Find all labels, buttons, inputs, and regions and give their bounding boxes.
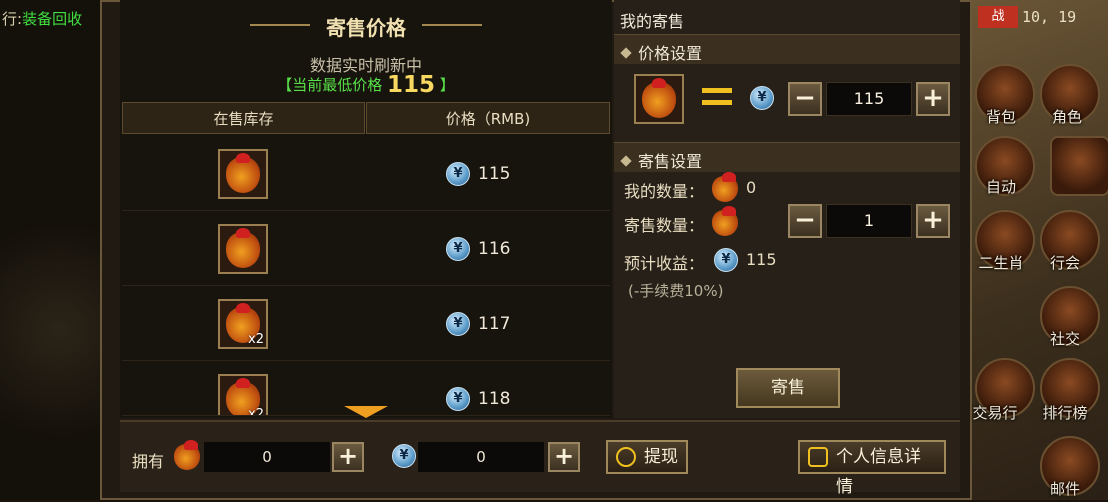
yuan-coin-icon: ¥ — [446, 387, 470, 411]
title-ornament-right — [422, 24, 482, 26]
sell-button[interactable]: 寄售 — [736, 368, 840, 408]
side-guild-label: 行会 — [1049, 254, 1080, 272]
side-auto-label: 自动 — [985, 178, 1016, 196]
qty-input[interactable]: 1 — [826, 204, 912, 238]
sale-qty-label: 寄售数量： — [624, 216, 705, 235]
row-price: 117 — [478, 314, 511, 334]
lowest-price: 【当前最低价格 115 】 — [120, 72, 612, 98]
item-qty: x2 — [248, 407, 264, 416]
price-section-title: 价格设置 — [620, 40, 703, 64]
header-stock: 在售库存 — [122, 102, 365, 134]
side-zodiac-label: 二生肖 — [978, 254, 1024, 272]
game-world-left — [0, 0, 110, 500]
lucky-bag-icon — [634, 74, 684, 124]
equals-icon — [702, 88, 732, 108]
yuan-coin-icon: ¥ — [392, 444, 416, 468]
qty-plus-button[interactable]: + — [916, 204, 950, 238]
table-row[interactable]: ¥ 116 — [122, 212, 610, 286]
my-sale-title: 我的寄售 — [620, 12, 685, 31]
own-add-button[interactable]: + — [332, 442, 364, 472]
row-price: 115 — [478, 164, 511, 184]
yuan-coin-icon: ¥ — [750, 86, 774, 110]
price-minus-button[interactable]: − — [788, 82, 822, 116]
lucky-bag-icon[interactable]: x2 — [218, 299, 268, 349]
withdraw-label: 提现 — [644, 447, 678, 467]
diamond-icon — [620, 47, 632, 59]
side-bag-label: 背包 — [985, 108, 1016, 126]
side-mail-label: 邮件 — [1049, 480, 1080, 498]
currency-value-field: 0 — [418, 442, 544, 472]
my-qty-value: 0 — [746, 178, 757, 197]
price-title: 寄售价格 — [326, 16, 406, 40]
sale-section-label: 寄售设置 — [638, 152, 703, 171]
lowest-price-label: 【当前最低价格 — [277, 76, 383, 94]
yuan-coin-icon: ¥ — [714, 248, 738, 272]
lucky-bag-icon — [712, 206, 740, 236]
yuan-coin-icon: ¥ — [446, 312, 470, 336]
hud-highlight: 装备回收 — [22, 10, 83, 28]
withdraw-button[interactable]: 提现 — [606, 440, 688, 474]
lowest-price-suffix: 】 — [439, 76, 455, 94]
price-plus-button[interactable]: + — [916, 82, 950, 116]
price-input[interactable]: 115 — [826, 82, 912, 116]
hud-coords: 10, 19 — [1022, 8, 1077, 26]
lucky-bag-icon[interactable]: x2 — [218, 374, 268, 416]
lucky-bag-icon[interactable] — [218, 149, 268, 199]
my-qty-label: 我的数量： — [624, 182, 705, 201]
side-social-label: 社交 — [1049, 330, 1080, 348]
profile-icon — [808, 447, 828, 467]
lucky-bag-icon — [174, 440, 202, 470]
hud-quest-text[interactable]: 行:装备回收 — [2, 8, 82, 29]
lowest-price-value: 115 — [386, 72, 435, 98]
bag-shape — [712, 172, 738, 202]
hud-red-tag: 战 — [978, 6, 1018, 28]
lucky-bag-icon[interactable] — [218, 224, 268, 274]
bag-shape — [226, 153, 260, 193]
own-value-field: 0 — [204, 442, 330, 472]
side-grid-button[interactable] — [1050, 136, 1108, 196]
side-role-label: 角色 — [1051, 108, 1082, 126]
diamond-icon — [620, 155, 632, 167]
withdraw-icon — [616, 447, 636, 467]
bag-shape — [174, 440, 200, 470]
lucky-bag-icon — [712, 172, 740, 202]
yuan-coin-icon: ¥ — [446, 162, 470, 186]
scroll-down-icon[interactable] — [344, 406, 388, 418]
table-row[interactable]: ¥ 115 — [122, 137, 610, 211]
row-price: 116 — [478, 239, 511, 259]
side-rank-label: 排行榜 — [1042, 404, 1088, 422]
own-label: 拥有 — [132, 452, 165, 471]
bag-shape — [642, 78, 676, 118]
income-label: 预计收益： — [624, 254, 705, 273]
row-price: 118 — [478, 389, 511, 409]
profile-details-button[interactable]: 个人信息详情 — [798, 440, 946, 497]
bag-shape — [712, 206, 738, 236]
item-qty: x2 — [248, 332, 264, 347]
income-value: 115 — [746, 250, 777, 269]
price-title-bar: 寄售价格 — [120, 0, 612, 48]
yuan-coin-icon: ¥ — [446, 237, 470, 261]
header-price: 价格（RMB) — [366, 102, 610, 134]
hud-prefix: 行: — [2, 10, 23, 28]
qty-minus-button[interactable]: − — [788, 204, 822, 238]
table-row[interactable]: x2 ¥ 117 — [122, 287, 610, 361]
fee-note: (-手续费10%) — [628, 282, 724, 300]
currency-add-button[interactable]: + — [548, 442, 580, 472]
price-section-label: 价格设置 — [638, 44, 703, 63]
sale-section-title: 寄售设置 — [620, 148, 703, 172]
bag-shape — [226, 228, 260, 268]
